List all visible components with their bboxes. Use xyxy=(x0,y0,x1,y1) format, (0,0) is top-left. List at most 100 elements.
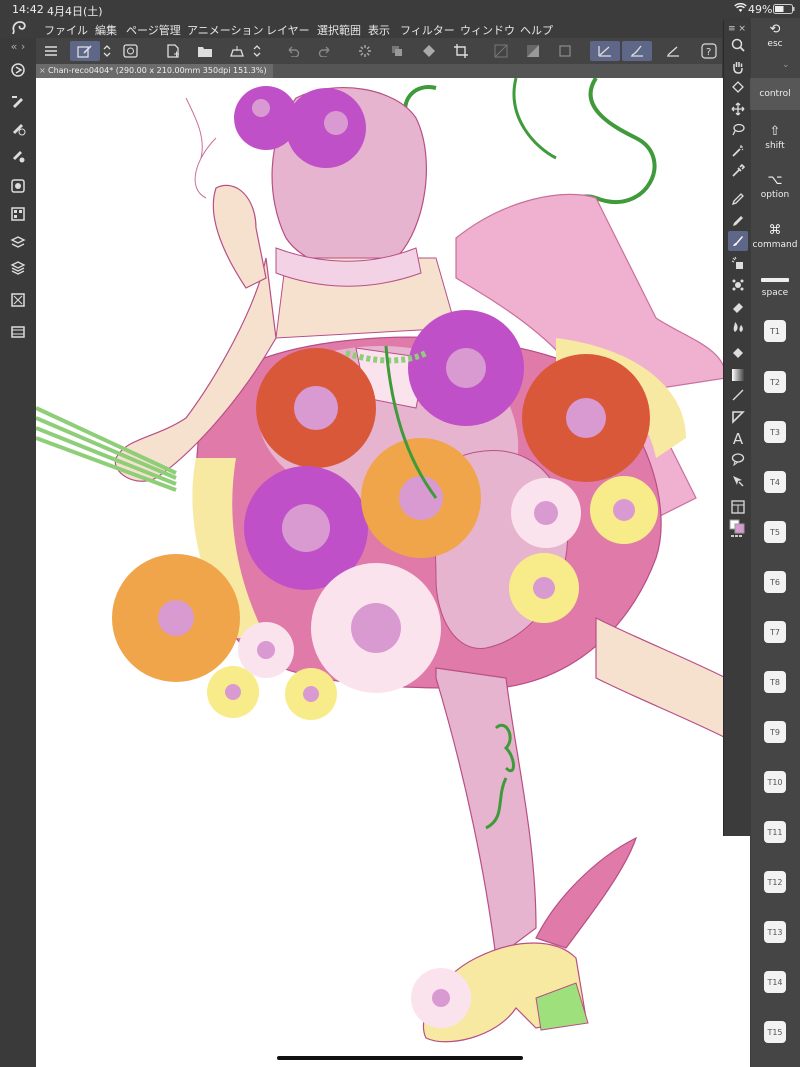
tool-key-t9[interactable]: T9 xyxy=(764,721,786,743)
command-toolbar: ? xyxy=(36,38,722,64)
menu-hamburger-icon[interactable] xyxy=(40,41,62,61)
decoration-tool-icon[interactable] xyxy=(728,275,748,295)
stabilization-icon[interactable] xyxy=(622,41,652,61)
color-wheel-icon[interactable] xyxy=(8,176,28,196)
save-updown-chevron-icon[interactable] xyxy=(250,41,264,61)
updown-chevron-icon[interactable] xyxy=(100,41,114,61)
tool-property-icon[interactable] xyxy=(8,118,28,138)
timeline-icon[interactable] xyxy=(8,322,28,342)
menu-view[interactable]: 表示 xyxy=(368,22,390,38)
gradient-tool-icon[interactable] xyxy=(728,365,748,385)
magic-wand-tool-icon[interactable] xyxy=(728,141,748,161)
open-folder-icon[interactable] xyxy=(194,41,216,61)
key-shift[interactable]: ⇧ shift xyxy=(750,118,800,158)
pen-tool-icon[interactable] xyxy=(728,189,748,209)
pencil-tool-icon[interactable] xyxy=(728,211,748,231)
transform-icon[interactable] xyxy=(386,41,408,61)
navigator-icon[interactable] xyxy=(8,60,28,80)
save-icon[interactable] xyxy=(226,41,248,61)
tool-key-t10[interactable]: T10 xyxy=(764,771,786,793)
eyedropper-tool-icon[interactable] xyxy=(728,161,748,181)
selection-area-icon[interactable] xyxy=(554,41,576,61)
tool-key-t12[interactable]: T12 xyxy=(764,871,786,893)
tool-key-t8[interactable]: T8 xyxy=(764,671,786,693)
key-control[interactable]: control xyxy=(750,78,800,110)
menu-window[interactable]: ウィンドウ xyxy=(460,22,515,38)
tool-key-t2[interactable]: T2 xyxy=(764,371,786,393)
home-indicator[interactable] xyxy=(277,1056,523,1060)
color-set-icon[interactable] xyxy=(8,204,28,224)
menu-filter[interactable]: フィルター xyxy=(400,22,455,38)
tool-key-t1[interactable]: T1 xyxy=(764,320,786,342)
tool-key-t6[interactable]: T6 xyxy=(764,571,786,593)
vector-eraser-icon[interactable] xyxy=(120,41,142,61)
sub-tool-icon[interactable] xyxy=(8,92,28,112)
key-option[interactable]: ⌥ option xyxy=(750,166,800,208)
tool-key-t3[interactable]: T3 xyxy=(764,421,786,443)
panel-layout-icon[interactable] xyxy=(728,497,748,517)
key-esc[interactable]: ⟲ esc xyxy=(750,18,800,54)
menu-help[interactable]: ヘルプ xyxy=(520,22,553,38)
tool-key-t11[interactable]: T11 xyxy=(764,821,786,843)
key-space[interactable]: space xyxy=(750,268,800,308)
zoom-tool-icon[interactable] xyxy=(728,35,748,55)
brush-size-icon[interactable] xyxy=(8,146,28,166)
fill-selection-icon[interactable] xyxy=(418,41,440,61)
flower-yellow-4 xyxy=(285,668,337,720)
flower-white-shoe xyxy=(411,968,471,1028)
text-tool-icon[interactable]: A xyxy=(728,429,748,449)
material-icon[interactable] xyxy=(8,290,28,310)
blend-tool-icon[interactable] xyxy=(728,317,748,337)
tool-key-t4[interactable]: T4 xyxy=(764,471,786,493)
hand-tool-icon[interactable] xyxy=(728,57,748,77)
tool-key-t13[interactable]: T13 xyxy=(764,921,786,943)
wifi-icon xyxy=(734,2,747,16)
eraser-tool-icon[interactable] xyxy=(728,297,748,317)
document-tab[interactable]: × Chan-reco0404* (290.00 x 210.00mm 350d… xyxy=(36,64,273,78)
flower-red-1 xyxy=(256,348,376,468)
layers-icon[interactable] xyxy=(8,258,28,278)
menu-file[interactable]: ファイル xyxy=(44,22,88,38)
color-swatch-icon[interactable] xyxy=(728,519,748,539)
undo-icon[interactable] xyxy=(282,41,304,61)
tab-close-icon[interactable]: × xyxy=(39,64,46,78)
redo-icon[interactable] xyxy=(314,41,336,61)
space-bar-icon xyxy=(761,278,789,282)
drawing-canvas[interactable] xyxy=(36,78,750,1067)
strip-collapse-chevron-icon[interactable]: ⌄ xyxy=(782,60,790,70)
airbrush-tool-icon[interactable] xyxy=(728,253,748,273)
clear-selection-icon[interactable] xyxy=(490,41,512,61)
menu-layer[interactable]: レイヤー xyxy=(266,22,310,38)
palette-close-icon[interactable]: ≡ × xyxy=(728,24,750,34)
ruler-snap-icon[interactable] xyxy=(662,41,684,61)
balloon-tool-icon[interactable] xyxy=(728,449,748,469)
brush-tool-icon[interactable] xyxy=(728,231,748,251)
edit-mode-icon[interactable] xyxy=(70,41,100,61)
collapse-arrows-icon[interactable]: « › xyxy=(2,36,34,56)
fill-tool-icon[interactable] xyxy=(728,343,748,363)
processing-spinner-icon[interactable] xyxy=(354,41,376,61)
new-canvas-icon[interactable] xyxy=(162,41,184,61)
crop-icon[interactable] xyxy=(450,41,472,61)
menu-page-management[interactable]: ページ管理 xyxy=(126,22,181,38)
tool-key-t7[interactable]: T7 xyxy=(764,621,786,643)
menu-edit[interactable]: 編集 xyxy=(95,22,117,38)
menu-animation[interactable]: アニメーション xyxy=(187,22,264,38)
operation-tool-icon[interactable] xyxy=(728,471,748,491)
move-tool-icon[interactable] xyxy=(728,99,748,119)
pen-pressure-icon[interactable] xyxy=(590,41,620,61)
help-icon[interactable]: ? xyxy=(698,41,720,61)
layer-property-icon[interactable] xyxy=(8,232,28,252)
tool-key-t14[interactable]: T14 xyxy=(764,971,786,993)
tool-key-t15[interactable]: T15 xyxy=(764,1021,786,1043)
flower-red-2 xyxy=(522,354,650,482)
rotate-tool-icon[interactable] xyxy=(728,77,748,97)
menu-selection[interactable]: 選択範囲 xyxy=(317,22,361,38)
tool-key-t5[interactable]: T5 xyxy=(764,521,786,543)
invert-selection-icon[interactable] xyxy=(522,41,544,61)
frame-border-tool-icon[interactable] xyxy=(728,407,748,427)
key-command[interactable]: ⌘ command xyxy=(750,216,800,258)
line-tool-icon[interactable] xyxy=(728,385,748,405)
flower-yellow-2 xyxy=(509,553,579,623)
lasso-tool-icon[interactable] xyxy=(728,119,748,139)
